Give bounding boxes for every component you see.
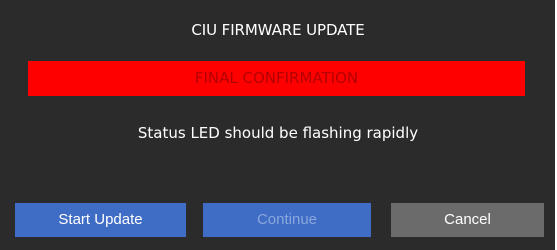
continue-button[interactable]: Continue xyxy=(203,203,371,237)
banner-text: FINAL CONFIRMATION xyxy=(194,69,359,87)
start-update-button[interactable]: Start Update xyxy=(15,203,186,237)
dialog-title: CIU FIRMWARE UPDATE xyxy=(191,21,365,39)
final-confirmation-banner: FINAL CONFIRMATION xyxy=(28,61,525,96)
cancel-button[interactable]: Cancel xyxy=(391,203,544,237)
status-message: Status LED should be flashing rapidly xyxy=(137,124,419,142)
firmware-update-dialog: CIU FIRMWARE UPDATE FINAL CONFIRMATION S… xyxy=(0,0,556,250)
